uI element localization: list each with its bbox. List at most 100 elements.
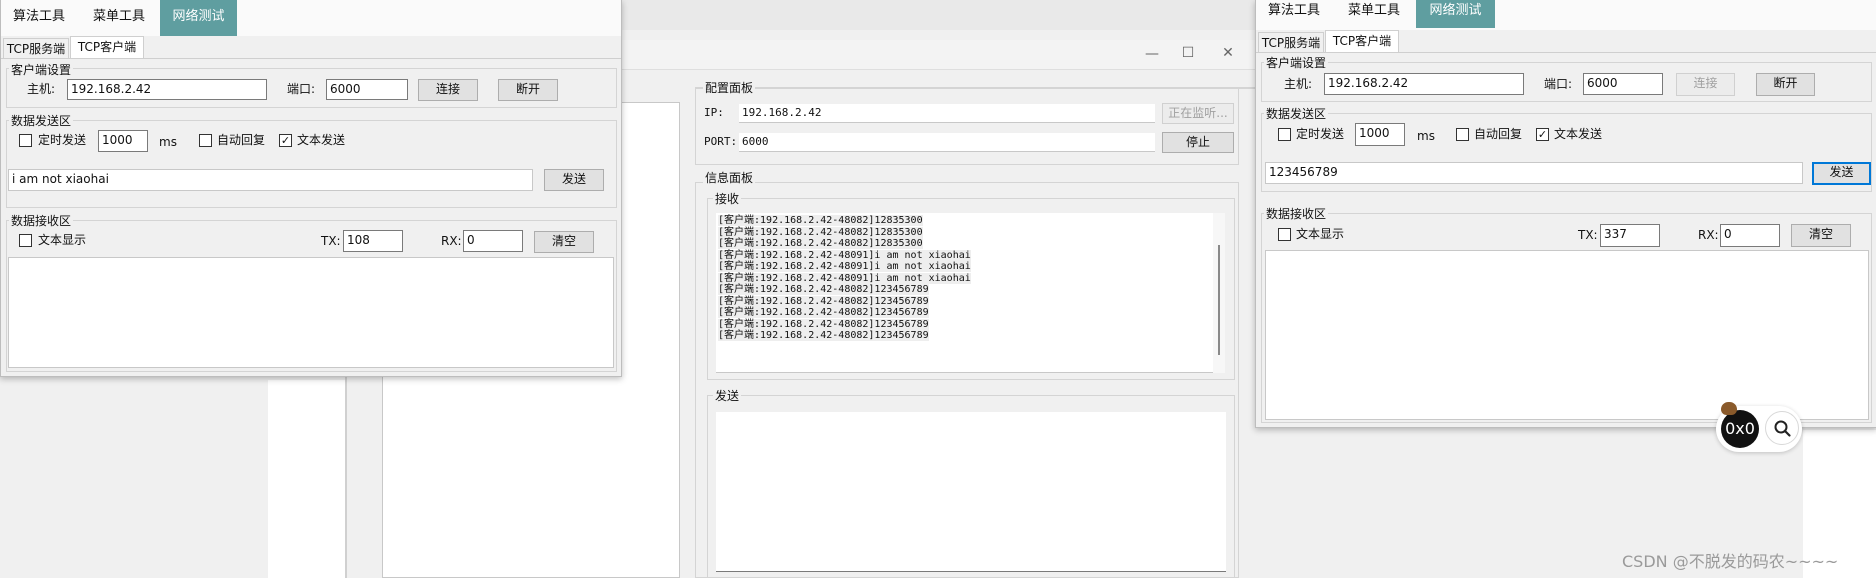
text-display-label-left: 文本显示	[38, 233, 87, 247]
log-line-text: [客户端:192.168.2.42-48082]123456789	[718, 284, 929, 295]
log-line: [客户端:192.168.2.42-48082]123456789	[718, 307, 1213, 319]
auto-reply-label-left: 自动回复	[217, 133, 266, 147]
log-line-text: [客户端:192.168.2.42-48082]123456789	[718, 318, 929, 330]
info-panel-title: 信息面板	[703, 169, 756, 186]
tx-input-left[interactable]: 108	[343, 230, 403, 252]
port-label-right: 端口:	[1544, 77, 1573, 91]
host-input-left[interactable]: 192.168.2.42	[67, 79, 267, 100]
text-display-label-right: 文本显示	[1296, 227, 1345, 241]
log-line-text: [客户端:192.168.2.42-48082]123456789	[718, 307, 929, 318]
floating-badge[interactable]: 0x0	[1721, 410, 1759, 448]
auto-reply-checkbox-left[interactable]	[199, 134, 212, 147]
send-group-title: 发送	[713, 387, 742, 404]
host-label-right: 主机:	[1284, 77, 1313, 91]
clear-button-right[interactable]: 清空	[1791, 224, 1851, 247]
tab-tcp-client-left[interactable]: TCP客户端	[70, 36, 144, 58]
recv-textarea-right[interactable]	[1265, 250, 1869, 420]
rx-input-left[interactable]: 0	[463, 230, 523, 252]
text-display-checkbox-right[interactable]	[1278, 228, 1291, 241]
log-line: [客户端:192.168.2.42-48091]i am not xiaohai	[718, 261, 1213, 273]
send-text-input-left[interactable]: i am not xiaohai	[8, 169, 533, 191]
send-button-right[interactable]: 发送	[1812, 162, 1871, 185]
text-send-label-left: 文本发送	[297, 133, 346, 147]
tab-tcp-client-right[interactable]: TCP客户端	[1325, 30, 1399, 52]
maximize-icon[interactable]: ☐	[1173, 45, 1203, 63]
listening-button[interactable]: 正在监听...	[1162, 103, 1234, 124]
log-line-text: [客户端:192.168.2.42-48082]12835300	[718, 238, 923, 249]
ip-label: IP:	[704, 106, 724, 119]
background-left-panel	[268, 380, 348, 578]
port-label-left: 端口:	[287, 82, 316, 96]
log-line-text: [客户端:192.168.2.42-48091]i am not xiaohai	[718, 249, 971, 261]
close-icon[interactable]: ✕	[1213, 45, 1243, 63]
port-input-right[interactable]: 6000	[1583, 73, 1663, 95]
text-send-checkbox-left[interactable]: ✓	[279, 134, 292, 147]
connect-button-left[interactable]: 连接	[418, 79, 478, 101]
auto-reply-label-right: 自动回复	[1474, 127, 1523, 141]
rx-label-right: RX:	[1698, 228, 1719, 242]
tx-input-right[interactable]: 337	[1600, 224, 1660, 247]
recv-area-title-right: 数据接收区	[1264, 205, 1329, 222]
log-line-text: [客户端:192.168.2.42-48082]123456789	[718, 295, 929, 307]
menu-item-menu-left[interactable]: 菜单工具	[81, 0, 157, 36]
port-input-server[interactable]: 6000	[739, 133, 1155, 152]
log-line-text: [客户端:192.168.2.42-48091]i am not xiaohai	[718, 261, 971, 272]
send-text-input-right[interactable]: 123456789	[1265, 162, 1803, 184]
menu-item-algorithm-left[interactable]: 算法工具	[1, 0, 77, 36]
send-button-left[interactable]: 发送	[544, 169, 604, 191]
timed-send-checkbox-left[interactable]	[19, 134, 32, 147]
recv-scrollbar[interactable]	[1213, 213, 1225, 373]
recv-scrollbar-thumb[interactable]	[1218, 245, 1220, 355]
recv-group-title: 接收	[713, 190, 742, 207]
log-line-text: [客户端:192.168.2.42-48082]123456789	[718, 330, 929, 341]
log-line: [客户端:192.168.2.42-48091]i am not xiaohai	[718, 249, 1213, 262]
timed-send-checkbox-right[interactable]	[1278, 128, 1291, 141]
menu-item-menu-right[interactable]: 菜单工具	[1336, 0, 1412, 28]
config-panel-box	[695, 87, 1239, 165]
log-line: [客户端:192.168.2.42-48082]123456789	[718, 330, 1213, 342]
rx-label-left: RX:	[441, 234, 462, 248]
client-panel-right: 算法工具 菜单工具 网络测试 TCP服务端 TCP客户端 客户端设置 主机: 1…	[1255, 0, 1876, 428]
auto-reply-checkbox-right[interactable]	[1456, 128, 1469, 141]
port-input-left[interactable]: 6000	[326, 79, 408, 100]
log-line: [客户端:192.168.2.42-48082]12835300	[718, 238, 1213, 250]
log-line: [客户端:192.168.2.42-48082]123456789	[718, 318, 1213, 331]
menu-item-network-left[interactable]: 网络测试	[160, 0, 237, 36]
text-display-checkbox-left[interactable]	[19, 234, 32, 247]
client-settings-title-left: 客户端设置	[9, 61, 74, 78]
log-line-text: [客户端:192.168.2.42-48082]12835300	[718, 215, 923, 226]
clear-button-left[interactable]: 清空	[534, 231, 594, 253]
interval-input-right[interactable]: 1000	[1355, 123, 1405, 146]
hamster-icon	[1721, 402, 1737, 415]
ip-input[interactable]: 192.168.2.42	[739, 104, 1155, 123]
watermark-text: CSDN @不脱发的码农~~~~	[1622, 552, 1839, 571]
text-send-checkbox-right[interactable]: ✓	[1536, 128, 1549, 141]
menu-item-network-right[interactable]: 网络测试	[1416, 0, 1495, 28]
disconnect-button-left[interactable]: 断开	[498, 79, 558, 101]
search-icon[interactable]	[1765, 411, 1799, 445]
interval-input-left[interactable]: 1000	[98, 130, 148, 152]
log-line: [客户端:192.168.2.42-48082]123456789	[718, 295, 1213, 308]
recv-area-title-left: 数据接收区	[9, 212, 74, 229]
tx-label-left: TX:	[321, 234, 341, 248]
host-input-right[interactable]: 192.168.2.42	[1324, 73, 1524, 95]
send-area-title-right: 数据发送区	[1264, 105, 1329, 122]
rx-input-right[interactable]: 0	[1720, 224, 1780, 247]
connect-button-right[interactable]: 连接	[1676, 73, 1735, 96]
minimize-icon[interactable]: —	[1137, 46, 1167, 64]
interval-unit-right: ms	[1417, 129, 1435, 143]
tab-tcp-server-left[interactable]: TCP服务端	[3, 38, 69, 58]
interval-unit-left: ms	[159, 135, 177, 149]
stop-button[interactable]: 停止	[1162, 132, 1234, 153]
send-textarea-server[interactable]	[716, 412, 1226, 572]
recv-textarea-left[interactable]	[8, 257, 614, 368]
tab-tcp-server-right[interactable]: TCP服务端	[1258, 32, 1324, 52]
menu-item-algorithm-right[interactable]: 算法工具	[1256, 0, 1332, 28]
client-panel-left: 算法工具 菜单工具 网络测试 TCP服务端 TCP客户端 客户端设置 主机: 1…	[0, 0, 622, 377]
log-line-text: [客户端:192.168.2.42-48082]12835300	[718, 226, 923, 238]
search-icon-glyph	[1774, 420, 1791, 437]
disconnect-button-right[interactable]: 断开	[1756, 73, 1815, 96]
text-send-label-right: 文本发送	[1554, 127, 1603, 141]
log-line: [客户端:192.168.2.42-48082]12835300	[718, 215, 1213, 227]
recv-textbox[interactable]: [客户端:192.168.2.42-48082]12835300 [客户端:192…	[716, 213, 1213, 373]
